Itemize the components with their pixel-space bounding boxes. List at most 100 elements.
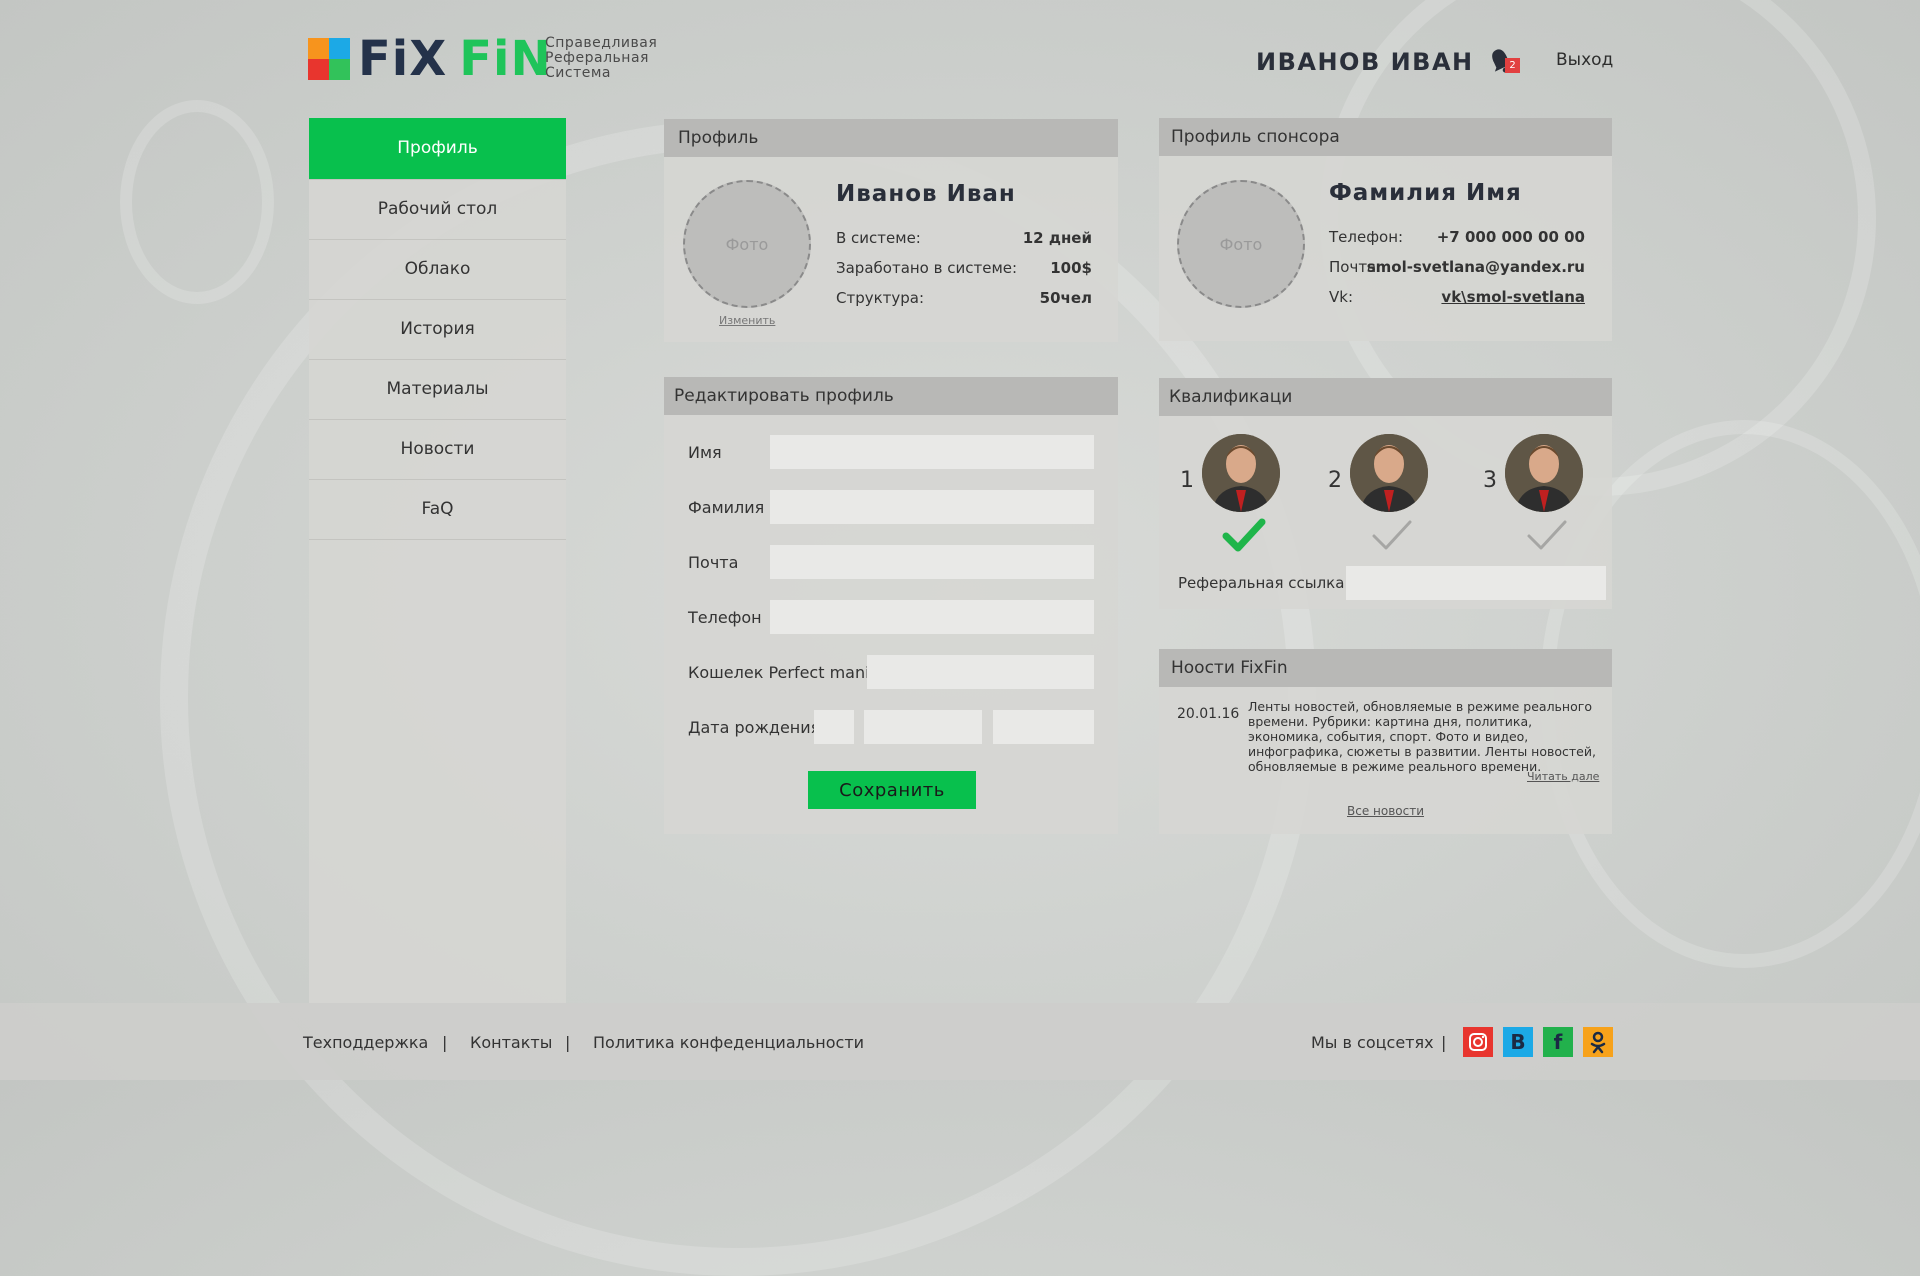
- wallet-input[interactable]: [867, 655, 1094, 689]
- logo-fin: FiN: [459, 31, 552, 87]
- check-icon: [1372, 520, 1412, 550]
- qualification-number: 3: [1483, 468, 1497, 493]
- social-label: Мы в соцсетях: [1311, 1033, 1434, 1052]
- row-value: 100$: [1050, 259, 1092, 277]
- sponsor-panel: Профиль спонсора Фото Фамилия Имя Телефо…: [1159, 118, 1612, 341]
- sidebar-item-materials[interactable]: Материалы: [309, 360, 566, 420]
- sponsor-panel-title: Профиль спонсора: [1159, 118, 1612, 156]
- save-button[interactable]: Сохранить: [808, 771, 976, 809]
- row-value: +7 000 000 00 00: [1436, 228, 1585, 246]
- all-news-link[interactable]: Все новости: [1347, 804, 1424, 818]
- sidebar-item-faq[interactable]: FaQ: [309, 480, 566, 540]
- user-name: ИВАНОВ ИВАН: [1256, 48, 1474, 76]
- qualification-number: 2: [1328, 468, 1342, 493]
- logout-link[interactable]: Выход: [1556, 50, 1613, 70]
- qualification-level: 2: [1328, 434, 1458, 554]
- news-date: 20.01.16: [1177, 706, 1240, 722]
- referral-link-label: Реферальная ссылка: [1178, 574, 1345, 592]
- read-more-link[interactable]: Читать дале: [1527, 770, 1599, 783]
- facebook-icon[interactable]: f: [1543, 1027, 1573, 1057]
- news-title: Ноости FixFin: [1159, 649, 1612, 687]
- edit-profile-panel: Редактировать профиль Имя Фамилия Почта …: [664, 377, 1118, 834]
- tagline: Справедливая Реферальная Система: [545, 36, 657, 81]
- footer-separator: |: [1441, 1033, 1447, 1052]
- row-label: Vk:: [1329, 288, 1354, 306]
- vk-icon[interactable]: B: [1503, 1027, 1533, 1057]
- tagline-line: Справедливая: [545, 35, 658, 51]
- tagline-line: Реферальная: [545, 50, 649, 66]
- email-label: Почта: [688, 553, 739, 572]
- qualification-level: 1: [1180, 434, 1310, 554]
- referral-link-input[interactable]: [1346, 566, 1606, 600]
- qualification-number: 1: [1180, 468, 1194, 493]
- vk-glyph: B: [1510, 1030, 1526, 1054]
- form-row: Фамилия: [688, 490, 1094, 524]
- profile-name: Иванов Иван: [836, 181, 1016, 207]
- row-label: Структура:: [836, 289, 925, 307]
- logo-fix: FiX: [358, 31, 448, 87]
- birth-day-input[interactable]: [814, 710, 854, 744]
- contacts-link[interactable]: Контакты: [470, 1033, 552, 1052]
- check-icon: [1222, 518, 1266, 552]
- last-name-input[interactable]: [770, 490, 1094, 524]
- profile-panel-title: Профиль: [664, 119, 1118, 157]
- first-name-input[interactable]: [770, 435, 1094, 469]
- profile-photo[interactable]: Фото: [683, 180, 811, 308]
- sidebar: Профиль Рабочий стол Облако История Мате…: [309, 118, 566, 1003]
- tagline-line: Система: [545, 65, 611, 81]
- sponsor-email: smol-svetlana@yandex.ru: [1366, 258, 1585, 276]
- footer-separator: |: [442, 1033, 448, 1052]
- odnoklassniki-icon[interactable]: [1583, 1027, 1613, 1057]
- support-link[interactable]: Техподдержка: [303, 1033, 428, 1052]
- footer-separator: |: [565, 1033, 571, 1052]
- photo-placeholder: Фото: [1219, 234, 1263, 254]
- phone-input[interactable]: [770, 600, 1094, 634]
- row-value: 50чел: [1039, 289, 1092, 307]
- sponsor-photo: Фото: [1177, 180, 1305, 308]
- logo-squares-icon: [308, 38, 350, 80]
- facebook-glyph: f: [1553, 1030, 1563, 1054]
- birth-year-input[interactable]: [993, 710, 1094, 744]
- form-row: Имя: [688, 435, 1094, 469]
- sidebar-item-news[interactable]: Новости: [309, 420, 566, 480]
- sidebar-item-cloud[interactable]: Облако: [309, 240, 566, 300]
- avatar: [1202, 434, 1280, 512]
- notification-count-badge: 2: [1505, 58, 1520, 73]
- avatar: [1350, 434, 1428, 512]
- edit-profile-title: Редактировать профиль: [664, 377, 1118, 415]
- email-input[interactable]: [770, 545, 1094, 579]
- form-row: Кошелек Perfect mani: [688, 655, 1094, 689]
- avatar: [1505, 434, 1583, 512]
- qualification-level: 3: [1483, 434, 1613, 554]
- row-label: В системе:: [836, 229, 921, 247]
- birth-date-label: Дата рождения: [688, 718, 821, 737]
- row-label: Заработано в системе:: [836, 259, 1018, 277]
- wallet-label: Кошелек Perfect mani: [688, 663, 870, 682]
- logo-text: FiX FiN: [358, 35, 552, 83]
- photo-placeholder: Фото: [725, 234, 769, 254]
- footer: Техподдержка | Контакты | Политика конфе…: [0, 1003, 1920, 1080]
- form-row: Дата рождения: [688, 710, 1094, 744]
- sponsor-vk-link[interactable]: vk\smol-svetlana: [1441, 288, 1585, 306]
- first-name-label: Имя: [688, 443, 722, 462]
- sponsor-name: Фамилия Имя: [1329, 180, 1522, 206]
- logo[interactable]: FiX FiN: [308, 35, 552, 83]
- privacy-policy-link[interactable]: Политика конфеденциальности: [593, 1033, 864, 1052]
- form-row: Телефон: [688, 600, 1094, 634]
- change-photo-link[interactable]: Изменить: [719, 314, 775, 327]
- phone-label: Телефон: [688, 608, 762, 627]
- form-row: Почта: [688, 545, 1094, 579]
- instagram-icon[interactable]: [1463, 1027, 1493, 1057]
- sidebar-item-desktop[interactable]: Рабочий стол: [309, 180, 566, 240]
- sidebar-item-profile[interactable]: Профиль: [309, 118, 566, 180]
- qualifications-title: Квалификаци: [1159, 378, 1612, 416]
- profile-panel: Профиль Фото Изменить Иванов Иван В сист…: [664, 119, 1118, 342]
- check-icon: [1527, 520, 1567, 550]
- news-text: Ленты новостей, обновляемые в режиме реа…: [1248, 699, 1596, 774]
- row-label: Телефон:: [1329, 228, 1404, 246]
- header: FiX FiN Справедливая Реферальная Система …: [0, 0, 1920, 110]
- sidebar-item-history[interactable]: История: [309, 300, 566, 360]
- row-value: 12 дней: [1022, 229, 1092, 247]
- background-decoration: [120, 100, 274, 304]
- birth-month-input[interactable]: [864, 710, 982, 744]
